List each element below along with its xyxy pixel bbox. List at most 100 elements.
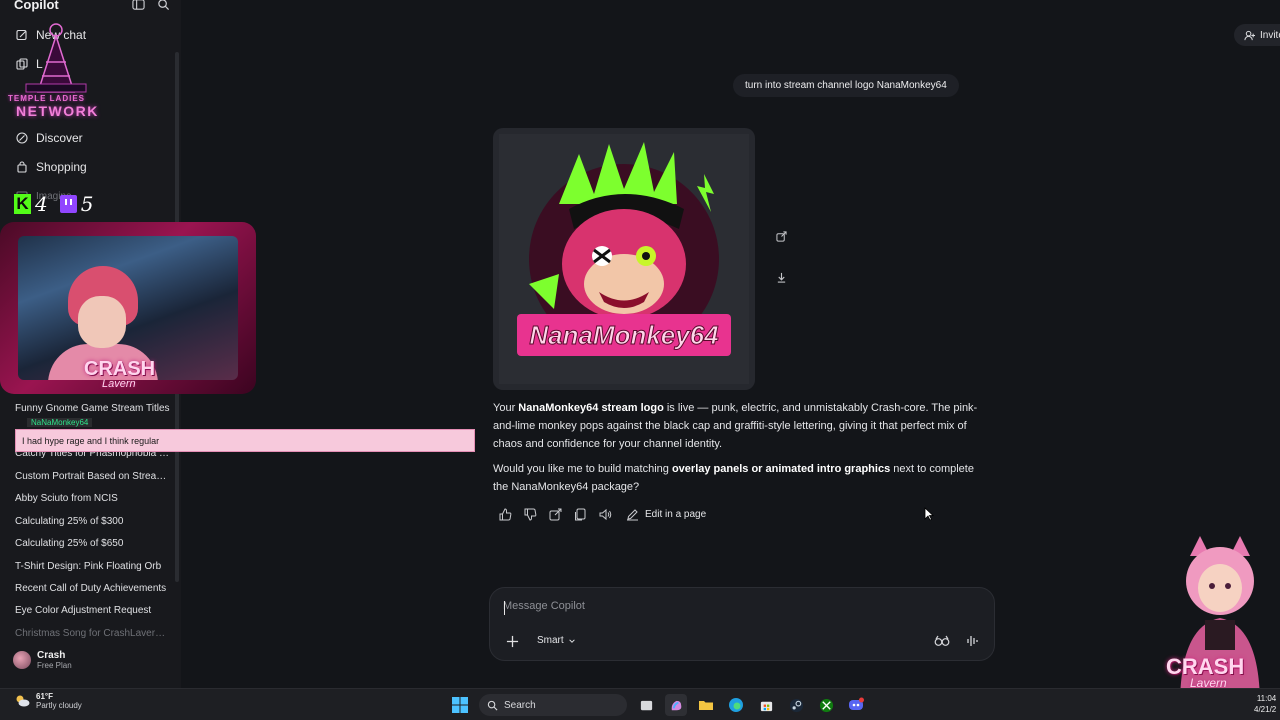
- edge-button[interactable]: [725, 694, 747, 716]
- network-title: TEMPLE LADIES: [8, 94, 86, 103]
- profile-plan: Free Plan: [37, 661, 72, 670]
- edit-in-page-button[interactable]: Edit in a page: [626, 508, 706, 521]
- taskbar-search-label: Search: [504, 699, 536, 711]
- history-item[interactable]: T-Shirt Design: Pink Floating Orb: [15, 561, 170, 572]
- message-composer: Smart: [489, 587, 995, 661]
- share-image-button[interactable]: [771, 226, 791, 246]
- mode-label: Smart: [537, 635, 564, 646]
- response-bold: overlay panels or animated intro graphic…: [671, 463, 891, 475]
- history-item[interactable]: Custom Portrait Based on Stream...: [15, 471, 170, 482]
- copilot-app-button[interactable]: [665, 694, 687, 716]
- file-explorer-button[interactable]: [695, 694, 717, 716]
- sidebar-item-label: Discover: [36, 131, 83, 145]
- steam-button[interactable]: [785, 694, 807, 716]
- webcam-name-sub: Lavern: [102, 378, 136, 390]
- start-button[interactable]: [449, 694, 471, 716]
- taskbar-apps: Search: [449, 694, 867, 716]
- kick-count: 4: [35, 192, 48, 216]
- add-attachment-button[interactable]: [503, 632, 521, 650]
- steam-icon: [789, 698, 803, 712]
- share-icon[interactable]: [549, 508, 562, 521]
- edit-page-icon: [627, 509, 638, 521]
- discover-icon: [16, 132, 28, 144]
- generated-image[interactable]: NanaMonkey64: [493, 128, 755, 390]
- weather-widget[interactable]: 61°F Partly cloudy: [14, 692, 82, 710]
- copilot-icon: [671, 700, 681, 710]
- windows-icon: [452, 697, 468, 713]
- history-item[interactable]: Abby Sciuto from NCIS: [15, 493, 170, 504]
- image-logo-text: NanaMonkey64: [529, 320, 719, 350]
- text-caret: [504, 601, 505, 615]
- twitch-count: 5: [80, 192, 94, 216]
- mode-selector[interactable]: Smart: [537, 635, 576, 646]
- viewer-counts: K 4 5: [14, 192, 93, 216]
- thumbs-down-icon[interactable]: [524, 508, 537, 521]
- clock-time: 11:04: [1256, 694, 1277, 703]
- chevron-down-icon: [568, 638, 575, 643]
- history-item[interactable]: Recent Call of Duty Achievements: [15, 583, 170, 594]
- store-button[interactable]: [755, 694, 777, 716]
- voice-icon[interactable]: [965, 634, 981, 648]
- edge-icon: [729, 698, 743, 712]
- response-bold: NanaMonkey64 stream logo: [518, 402, 664, 414]
- app-title: Copilot: [14, 0, 59, 12]
- twitch-icon: [59, 195, 77, 213]
- invite-icon: [1244, 30, 1255, 40]
- response-paragraph: Your NanaMonkey64 stream logo is live — …: [493, 399, 983, 453]
- history-item[interactable]: Eye Color Adjustment Request: [15, 605, 170, 616]
- share-icon: [775, 230, 787, 242]
- folder-icon: [699, 701, 713, 710]
- taskbar: 61°F Partly cloudy Search 11:04 4/21/2: [0, 688, 1280, 720]
- thumbs-up-icon[interactable]: [499, 508, 512, 521]
- shopping-icon: [17, 161, 27, 173]
- discord-button[interactable]: [845, 694, 867, 716]
- sidebar-toggle-icon[interactable]: [132, 0, 145, 11]
- response-text: Your: [493, 402, 519, 414]
- history-item[interactable]: Christmas Song for CrashLavern ...: [15, 628, 170, 639]
- task-view-icon: [640, 700, 652, 710]
- user-message: turn into stream channel logo NanaMonkey…: [733, 74, 959, 97]
- taskbar-search[interactable]: Search: [479, 694, 627, 716]
- plus-icon: [506, 635, 518, 647]
- discord-icon: [849, 697, 864, 710]
- xbox-icon: [819, 698, 833, 712]
- weather-description: Partly cloudy: [36, 701, 82, 710]
- avatar: [13, 651, 31, 669]
- system-clock[interactable]: 11:04 4/21/2: [1254, 693, 1276, 715]
- history-item[interactable]: Calculating 25% of $650: [15, 538, 170, 549]
- nanamonkey-logo-image: NanaMonkey64: [499, 134, 749, 384]
- sidebar-item-discover[interactable]: Discover: [16, 128, 83, 148]
- search-icon: [487, 700, 498, 710]
- sidebar-item-shopping[interactable]: Shopping: [16, 157, 87, 177]
- kick-icon: K: [14, 194, 31, 214]
- network-subtitle: NETWORK: [16, 103, 99, 119]
- weather-temperature: 61°F: [36, 692, 53, 701]
- profile-name: Crash: [37, 650, 66, 661]
- read-aloud-icon[interactable]: [599, 508, 612, 521]
- chat-username: NaNaMonkey64: [27, 418, 93, 427]
- download-icon: [777, 272, 785, 283]
- search-icon[interactable]: [157, 0, 170, 11]
- copy-icon[interactable]: [574, 508, 587, 521]
- clock-date: 4/21/2: [1254, 705, 1277, 714]
- message-input[interactable]: [503, 600, 903, 612]
- streamer-face: [78, 296, 126, 348]
- invite-button[interactable]: Invite: [1234, 24, 1280, 46]
- task-view-button[interactable]: [635, 694, 657, 716]
- vision-glasses-icon[interactable]: [934, 634, 950, 648]
- response-text: Would you like me to build matching: [493, 463, 672, 475]
- chat-message-popup: I had hype rage and I think regular: [15, 429, 475, 452]
- invite-label: Invite: [1260, 29, 1280, 41]
- partly-cloudy-icon: [16, 695, 30, 707]
- history-item[interactable]: Funny Gnome Game Stream Titles: [15, 403, 170, 414]
- xbox-button[interactable]: [815, 694, 837, 716]
- store-icon: [760, 701, 772, 711]
- message-actions: Edit in a page: [499, 508, 706, 521]
- edit-in-page-label: Edit in a page: [645, 509, 707, 520]
- sidebar-header-icons: [132, 0, 170, 11]
- profile[interactable]: Crash Free Plan: [13, 650, 72, 670]
- history-item[interactable]: Calculating 25% of $300: [15, 516, 170, 527]
- download-image-button[interactable]: [771, 267, 791, 287]
- sidebar-item-label: Shopping: [36, 160, 87, 174]
- response-paragraph: Would you like me to build matching over…: [493, 460, 983, 496]
